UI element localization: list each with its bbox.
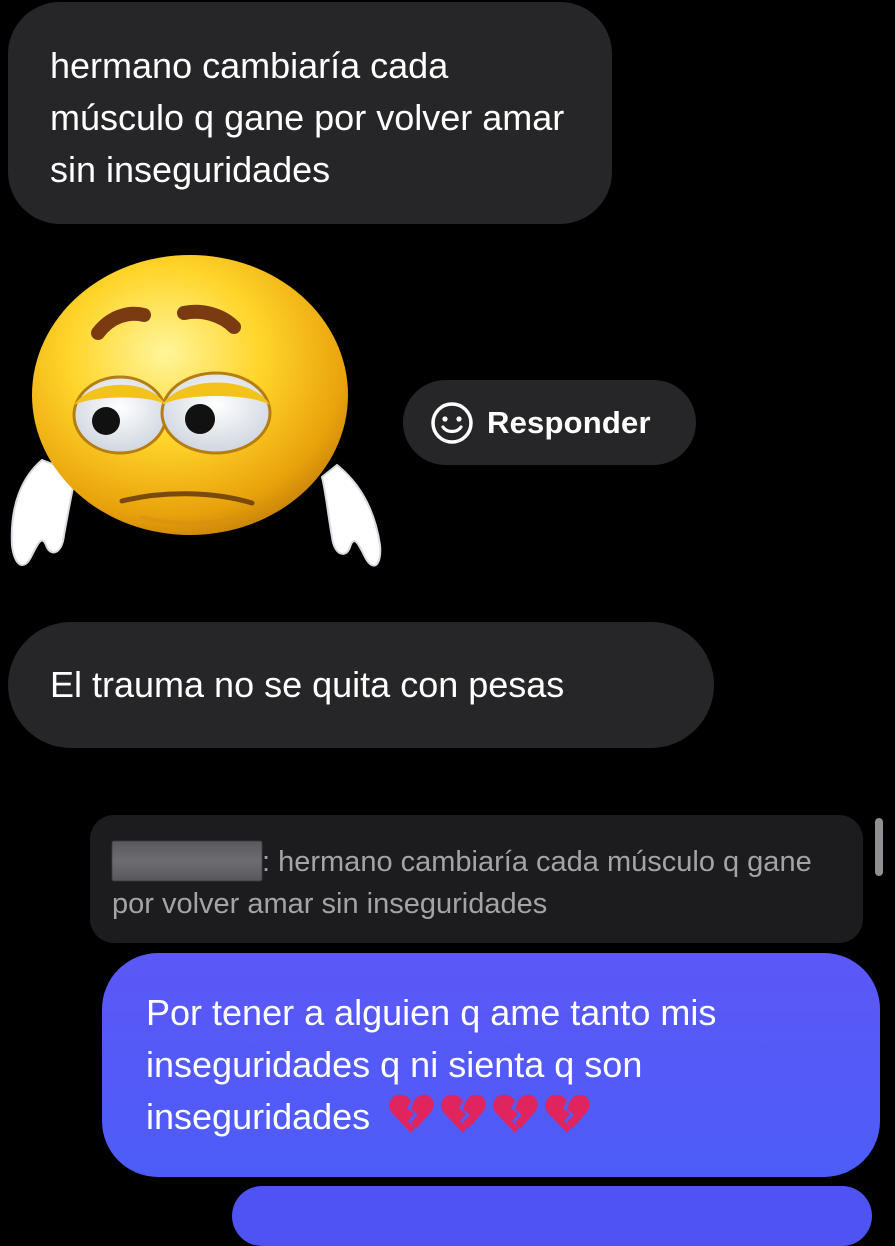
sad-smiley-face-sticker[interactable] bbox=[2, 255, 387, 585]
message-text: hermano cambiaría cada músculo q gane po… bbox=[50, 45, 565, 190]
message-text: El trauma no se quita con pesas bbox=[50, 664, 565, 705]
message-bubble-incoming[interactable]: hermano cambiaría cada músculo q gane po… bbox=[8, 2, 612, 224]
message-bubble-incoming[interactable]: El trauma no se quita con pesas bbox=[8, 622, 714, 748]
broken-heart-icon bbox=[492, 1093, 538, 1135]
broken-heart-icon bbox=[440, 1093, 486, 1135]
reply-button-label: Responder bbox=[487, 404, 651, 440]
broken-heart-icon bbox=[388, 1093, 434, 1135]
quoted-message[interactable]: : hermano cambiaría cada músculo q gane … bbox=[90, 815, 863, 943]
broken-heart-icon bbox=[544, 1093, 590, 1135]
message-bubble-outgoing[interactable]: Por tener a alguien q ame tanto mis inse… bbox=[102, 953, 880, 1177]
scrollbar-thumb[interactable] bbox=[875, 818, 883, 876]
message-bubble-outgoing-partial[interactable] bbox=[232, 1186, 872, 1246]
reply-button[interactable]: Responder bbox=[403, 380, 696, 465]
emoji-group bbox=[388, 1093, 590, 1135]
smiley-face-icon bbox=[429, 400, 475, 446]
redacted-username bbox=[112, 841, 262, 881]
